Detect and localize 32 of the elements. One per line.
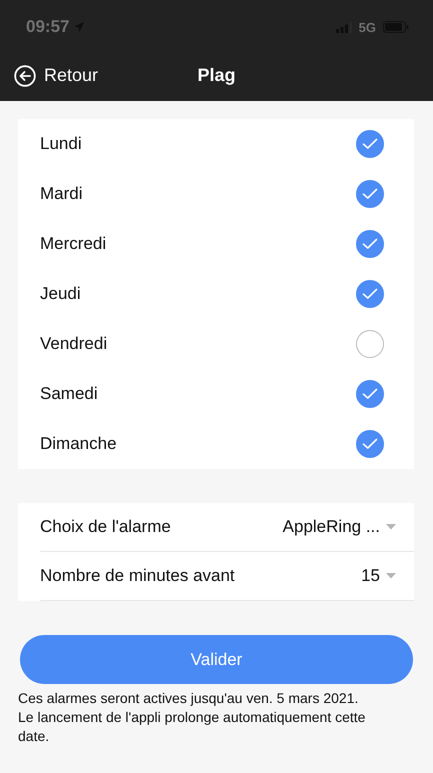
screen-title: Plag [198,65,236,86]
setting-label: Choix de l'alarme [40,517,171,537]
checkmark-icon [362,238,378,250]
day-checkbox[interactable] [356,230,384,258]
checkmark-icon [362,388,378,400]
checkmark-icon [362,288,378,300]
day-label: Lundi [40,134,82,154]
checkmark-icon [362,188,378,200]
setting-label: Nombre de minutes avant [40,566,235,586]
signal-icon [336,22,352,32]
setting-dropdown[interactable]: AppleRing ... [282,517,396,537]
day-checkbox[interactable] [356,430,384,458]
day-checkbox[interactable] [356,380,384,408]
checkmark-icon [362,438,378,450]
setting-dropdown[interactable]: 15 [361,566,396,586]
day-label: Dimanche [40,434,117,454]
dropdown-caret-icon [386,573,396,579]
back-button[interactable]: Retour [14,64,98,86]
validity-note: Ces alarmes seront actives jusqu'au ven. 5 mars 2021. Le lancement de l'appli prolonge automatiquement cette date. [18,689,366,746]
day-label: Samedi [40,384,98,404]
network-label: 5G [358,20,376,34]
day-checkbox[interactable] [356,130,384,158]
day-checkbox[interactable] [356,180,384,208]
day-label: Vendredi [40,334,108,354]
day-checkbox[interactable] [356,280,384,308]
checkmark-icon [362,138,378,150]
day-checkbox[interactable] [356,330,384,358]
day-label: Mardi [40,184,83,204]
dropdown-caret-icon [386,524,396,530]
day-label: Jeudi [40,284,81,304]
day-label: Mercredi [40,234,106,254]
status-time: 09:57 [26,17,70,37]
